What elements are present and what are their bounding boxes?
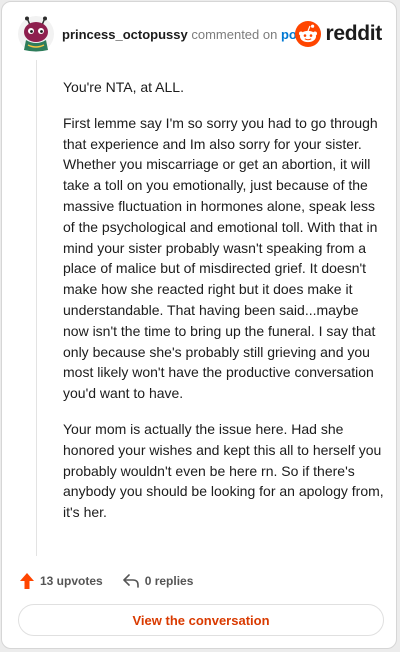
reply-arrow-icon	[122, 574, 139, 588]
comment-byline: princess_octopussy commented on post	[62, 27, 308, 43]
reddit-snoo-icon	[295, 21, 322, 47]
brand-wordmark: reddit	[325, 22, 382, 45]
reply-stat[interactable]: 0 replies	[122, 574, 194, 588]
comment-stats: 13 upvotes 0 replies	[20, 570, 193, 592]
view-conversation-button[interactable]: View the conversation	[18, 604, 384, 636]
upvote-stat[interactable]: 13 upvotes	[20, 573, 103, 589]
comment-card: princess_octopussy commented on post red…	[1, 1, 397, 649]
comment-paragraph: Your mom is actually the issue here. Had…	[63, 420, 384, 521]
thread-line	[36, 60, 37, 556]
user-avatar[interactable]	[18, 16, 54, 52]
reply-count: 0 replies	[144, 574, 194, 588]
upvote-count: 13 upvotes	[40, 574, 103, 588]
comment-paragraph: You're NTA, at ALL.	[63, 79, 184, 95]
comment-paragraph: First lemme say I'm so sorry you had to …	[63, 114, 378, 402]
reddit-logo[interactable]: reddit	[295, 20, 382, 48]
comment-body: You're NTA, at ALL. First lemme say I'm …	[63, 77, 385, 538]
username-link[interactable]: princess_octopussy	[62, 27, 188, 42]
upvote-arrow-icon	[20, 573, 34, 589]
byline-verb: commented on	[191, 27, 278, 42]
comment-header: princess_octopussy commented on post red…	[18, 16, 382, 56]
